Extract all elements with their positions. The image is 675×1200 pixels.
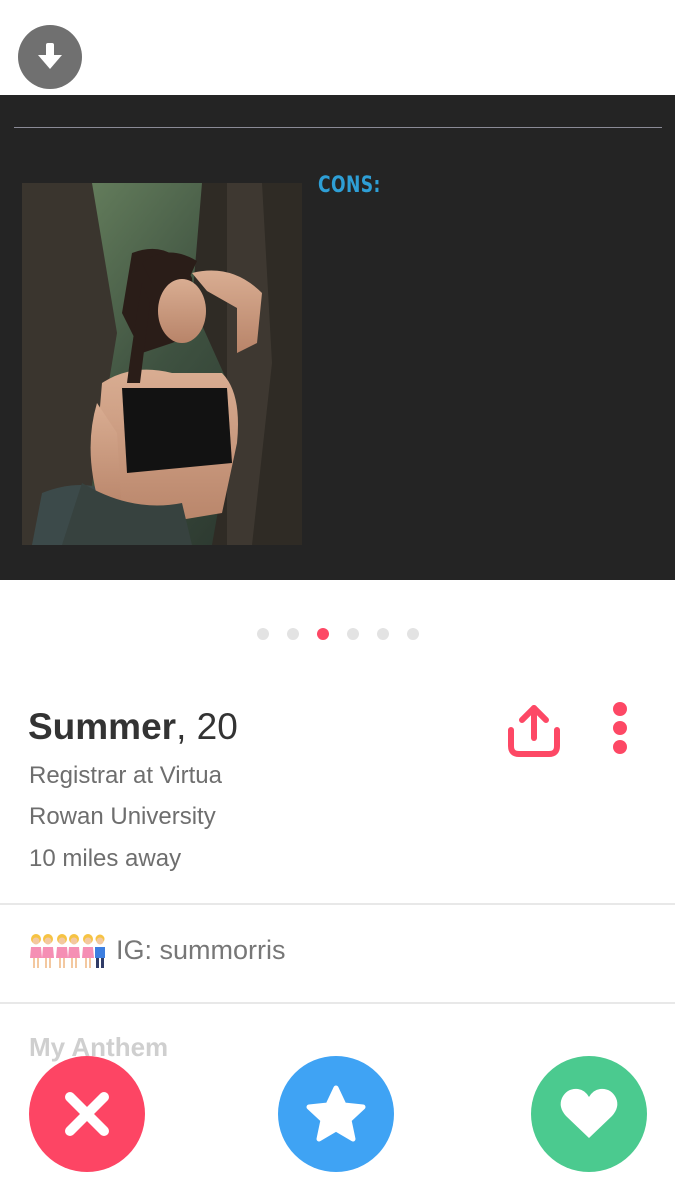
photo-pager [0,628,675,642]
woman-by-tree-image [22,183,302,545]
embedded-photo [22,183,302,545]
profile-name-age: Summer, 20 [28,706,238,748]
girl-girl-holding-hands-emoji [30,934,54,968]
super-like-button[interactable] [278,1056,394,1172]
x-icon [65,1092,109,1136]
star-icon [306,1085,366,1142]
pager-dot[interactable] [346,628,359,640]
section-divider [0,903,675,905]
profile-age: , 20 [176,706,238,747]
profile-job: Registrar at Virtua [29,762,222,789]
arrow-down-icon [38,43,62,69]
more-vertical-icon[interactable] [605,700,635,760]
pager-dot[interactable] [286,628,299,640]
like-button[interactable] [531,1056,647,1172]
profile-school: Rowan University [29,803,216,830]
pager-dot[interactable] [376,628,389,640]
section-divider [0,1002,675,1004]
profile-photo[interactable]: CONS: [0,95,675,580]
girl-boy-holding-hands-emoji [82,934,105,968]
pager-dot[interactable] [406,628,419,640]
profile-name: Summer [28,706,177,747]
profile-distance: 10 miles away [29,845,182,872]
girl-girl-holding-hands-emoji [56,934,80,968]
nope-button[interactable] [29,1056,145,1172]
share-icon[interactable] [505,700,563,760]
heart-icon [560,1088,618,1138]
collapse-profile-button[interactable] [18,25,82,89]
bio-emojis [30,930,106,970]
pager-dot-active[interactable] [316,628,329,640]
bio: IG: summorris [30,928,286,972]
top-bar [0,0,675,95]
photo-divider-line [14,127,662,128]
bio-text: IG: summorris [116,934,286,965]
pager-dot[interactable] [256,628,269,640]
cons-caption: CONS: [318,173,381,198]
